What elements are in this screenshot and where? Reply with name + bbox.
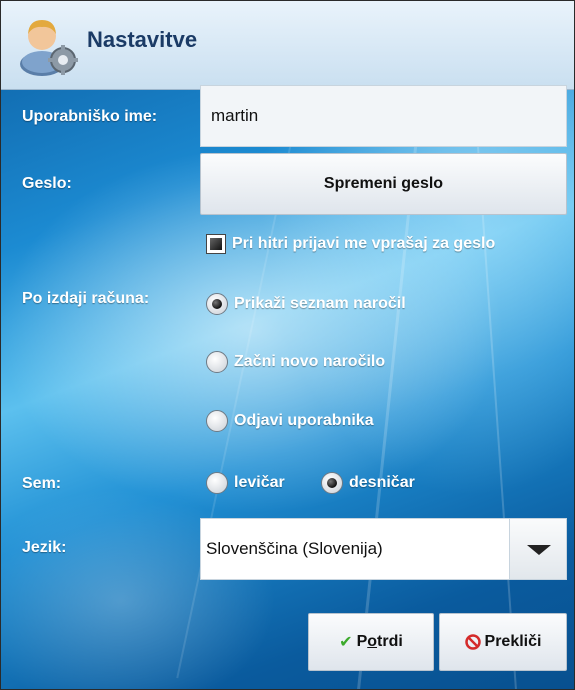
- checkbox-box[interactable]: [206, 234, 226, 254]
- radio-button[interactable]: [206, 410, 228, 432]
- after-invoice-label: Po izdaji računa:: [22, 290, 150, 307]
- quick-login-password-checkbox[interactable]: Pri hitri prijavi me vprašaj za geslo: [206, 234, 495, 254]
- dialog-title: Nastavitve: [87, 27, 198, 52]
- radio-left-handed[interactable]: levičar: [206, 472, 285, 494]
- radio-button[interactable]: [206, 293, 228, 315]
- checkmark-icon: ✔: [339, 634, 353, 651]
- language-label: Jezik:: [22, 539, 67, 556]
- handedness-label: Sem:: [22, 475, 62, 492]
- username-input[interactable]: [200, 85, 567, 147]
- radio-logout-user-label: Odjavi uporabnika: [234, 412, 374, 429]
- language-select[interactable]: Slovenščina (Slovenija): [200, 518, 567, 580]
- radio-right-handed[interactable]: desničar: [321, 472, 415, 494]
- chevron-down-icon[interactable]: [509, 519, 566, 579]
- radio-right-handed-label: desničar: [349, 474, 415, 491]
- user-settings-icon: [20, 20, 78, 76]
- cancel-icon: [464, 634, 481, 650]
- cancel-button[interactable]: Prekliči: [439, 613, 567, 671]
- radio-logout-user[interactable]: Odjavi uporabnika: [206, 410, 374, 432]
- title-bar: Nastavitve: [1, 1, 574, 90]
- radio-button[interactable]: [206, 472, 228, 494]
- radio-show-orders[interactable]: Prikaži seznam naročil: [206, 293, 406, 315]
- radio-new-order[interactable]: Začni novo naročilo: [206, 351, 385, 373]
- change-password-button[interactable]: Spremeni geslo: [200, 153, 567, 215]
- radio-button[interactable]: [321, 472, 343, 494]
- confirm-button-label: Potrdi: [356, 633, 403, 650]
- settings-dialog: Nastavitve Uporabniško ime: Geslo: Sprem…: [0, 0, 575, 690]
- confirm-button[interactable]: ✔ Potrdi: [308, 613, 434, 671]
- radio-new-order-label: Začni novo naročilo: [234, 353, 386, 370]
- cancel-button-label: Prekliči: [484, 633, 542, 650]
- username-label: Uporabniško ime:: [22, 108, 158, 125]
- radio-show-orders-label: Prikaži seznam naročil: [234, 295, 406, 312]
- radio-left-handed-label: levičar: [234, 474, 285, 491]
- language-select-value: Slovenščina (Slovenija): [206, 539, 383, 558]
- quick-login-checkbox-label: Pri hitri prijavi me vprašaj za geslo: [232, 235, 496, 252]
- radio-button[interactable]: [206, 351, 228, 373]
- password-label: Geslo:: [22, 175, 72, 192]
